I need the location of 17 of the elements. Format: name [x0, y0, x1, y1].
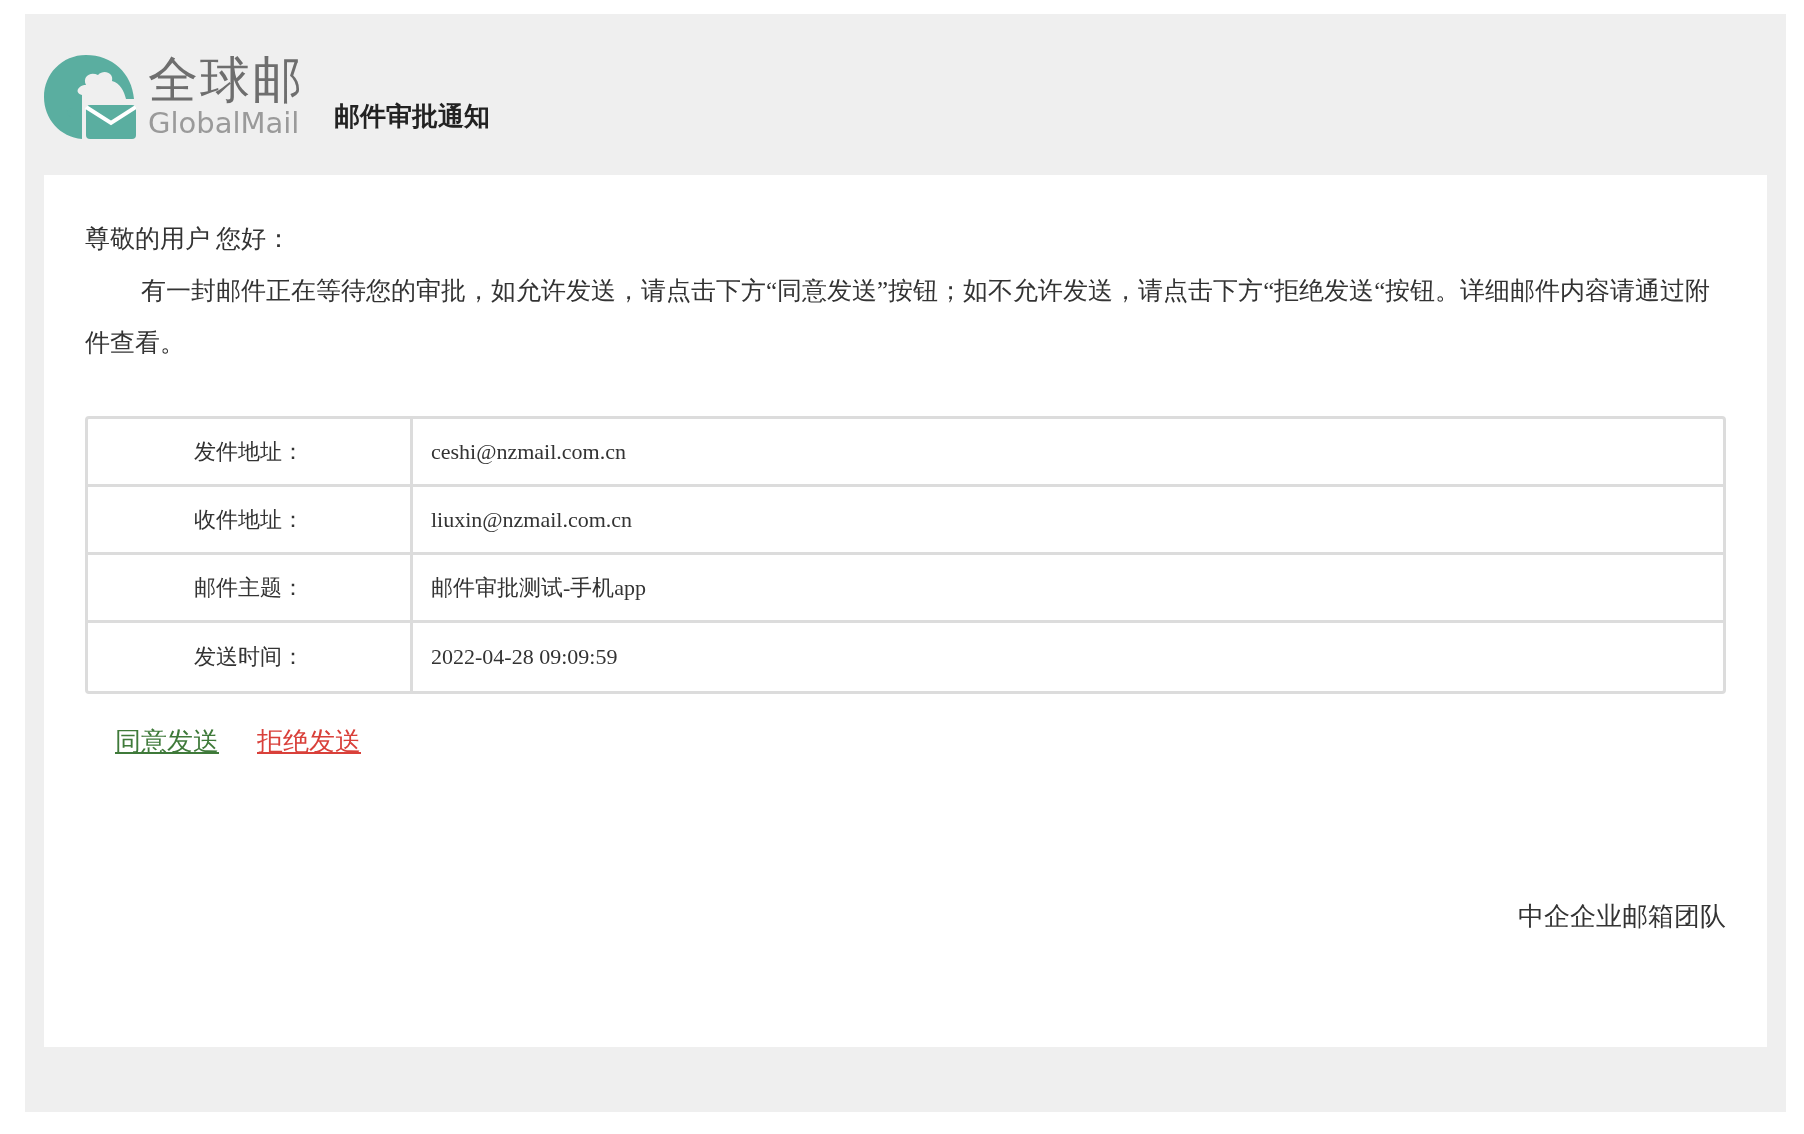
value-cell: liuxin@nzmail.com.cn — [410, 487, 1723, 555]
value-cell: 邮件审批测试-手机app — [410, 555, 1723, 623]
value-cell: 2022-04-28 09:09:59 — [410, 623, 1723, 691]
email-title: 邮件审批通知 — [334, 101, 490, 133]
value-cell: ceshi@nzmail.com.cn — [410, 419, 1723, 487]
message-text: 有一封邮件正在等待您的审批，如允许发送，请点击下方“同意发送”按钮；如不允许发送，请点击下方“拒绝发送“按钮。详细邮件内容请通过附件查看。 — [85, 276, 1712, 358]
greeting-text: 尊敬的用户 您好： — [85, 224, 293, 254]
action-link[interactable]: 同意发送 — [115, 724, 219, 759]
label-cell: 邮件主题： — [88, 555, 410, 623]
label-cell: 发件地址： — [88, 419, 410, 487]
logo-subtitle: GlobalMail — [148, 109, 301, 138]
action-link[interactable]: 拒绝发送 — [257, 724, 361, 759]
logo-icon — [44, 54, 136, 139]
label-cell-text: 发送时间： — [193, 643, 305, 671]
logo-name: 全球邮 — [148, 55, 304, 105]
signature-text: 中企企业邮箱团队 — [1518, 901, 1726, 933]
label-cell: 收件地址： — [88, 487, 410, 555]
